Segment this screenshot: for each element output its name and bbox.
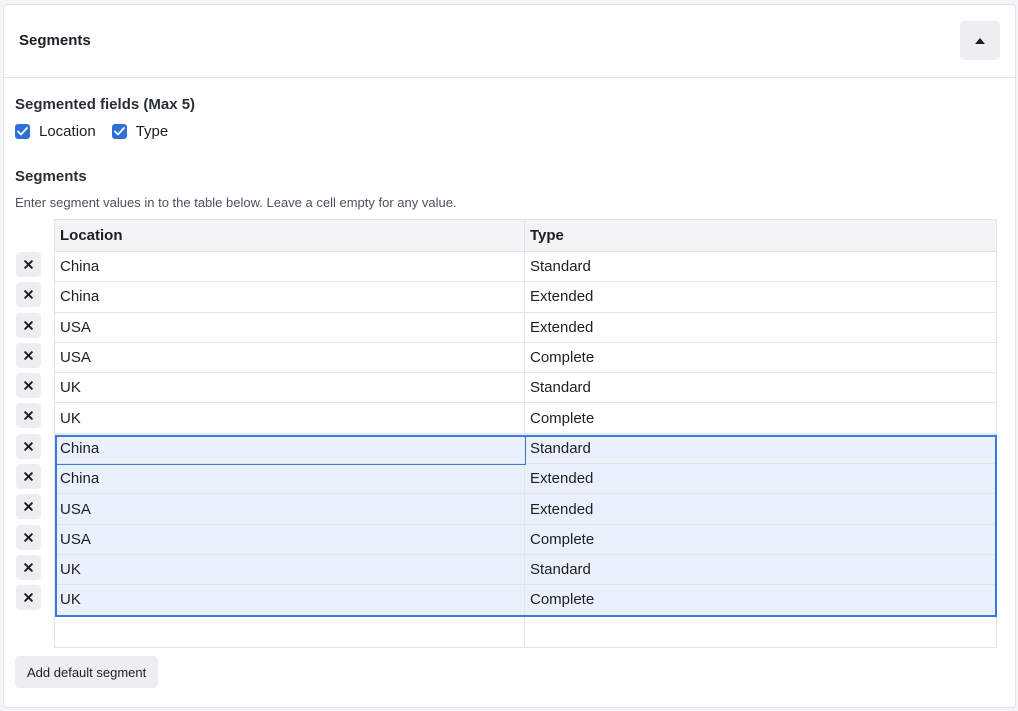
field-option-type[interactable]: Type (111, 123, 169, 140)
type-cell[interactable]: Complete (525, 524, 997, 555)
close-icon (24, 290, 33, 300)
delete-row-button[interactable] (16, 554, 41, 580)
table-row: UK Standard (54, 373, 997, 404)
delete-row-button[interactable] (16, 312, 41, 338)
table-row: UK Complete (54, 585, 997, 616)
close-icon (24, 260, 33, 269)
close-icon (24, 320, 33, 330)
close-icon (24, 351, 33, 360)
segmented-fields-options: Location Type (15, 123, 184, 140)
type-cell[interactable] (525, 615, 997, 648)
panel-title: Segments (19, 32, 91, 49)
type-cell[interactable]: Extended (525, 464, 997, 495)
table-row: China Extended (54, 282, 997, 313)
location-cell[interactable]: USA (54, 494, 525, 525)
check-icon (113, 127, 125, 136)
location-cell[interactable]: USA (54, 312, 525, 343)
delete-row-column (16, 252, 41, 616)
column-header-location: Location (54, 219, 525, 252)
table-row: UK Complete (54, 403, 997, 434)
checkbox-label: Type (135, 123, 169, 140)
segments-table: Location Type China Standard China Extended… (54, 219, 997, 648)
table-header-row: Location Type (54, 219, 997, 252)
delete-row-button[interactable] (16, 464, 41, 490)
table-row: China Standard (54, 433, 997, 465)
location-cell[interactable]: USA (54, 342, 525, 374)
delete-row-button[interactable] (16, 282, 41, 308)
type-cell[interactable]: Extended (525, 282, 997, 313)
delete-row-button[interactable] (16, 433, 41, 459)
close-icon (24, 502, 33, 512)
location-cell[interactable]: China (54, 252, 525, 283)
close-icon (24, 381, 33, 390)
delete-row-button[interactable] (16, 494, 41, 520)
add-default-segment-button[interactable]: Add default segment (15, 656, 159, 688)
location-cell[interactable]: China (54, 433, 525, 465)
type-cell[interactable]: Complete (525, 342, 997, 374)
column-header-type: Type (525, 219, 997, 252)
type-cell[interactable]: Extended (525, 494, 997, 525)
checkbox-type[interactable] (111, 124, 127, 139)
check-icon (17, 127, 28, 136)
location-cell[interactable]: UK (54, 373, 525, 404)
close-icon (24, 472, 33, 481)
close-icon (24, 593, 33, 603)
field-option-location[interactable]: Location (15, 123, 96, 140)
table-row: USA Complete (54, 342, 997, 374)
type-cell[interactable]: Standard (525, 554, 997, 586)
type-cell[interactable]: Standard (525, 252, 997, 283)
table-row: USA Extended (54, 494, 997, 525)
location-cell[interactable]: UK (54, 403, 525, 434)
location-cell[interactable]: China (54, 282, 525, 313)
table-row: UK Standard (54, 554, 997, 586)
segments-label: Segments (15, 168, 87, 185)
checkbox-location[interactable] (15, 124, 30, 139)
close-icon (24, 411, 33, 421)
close-icon (24, 441, 33, 451)
location-cell[interactable]: USA (54, 524, 525, 555)
location-cell[interactable]: UK (54, 585, 525, 616)
type-cell[interactable]: Complete (525, 585, 997, 616)
table-row: USA Complete (54, 524, 997, 555)
type-cell[interactable]: Standard (525, 373, 997, 404)
collapse-button[interactable] (960, 21, 1000, 60)
close-icon (24, 532, 33, 542)
type-cell[interactable]: Extended (525, 312, 997, 343)
panel-header: Segments (4, 5, 1015, 78)
segments-helper-text: Enter segment values in to the table bel… (15, 195, 457, 210)
segmented-fields-label: Segmented fields (Max 5) (15, 96, 196, 113)
close-icon (24, 563, 33, 572)
caret-up-icon (975, 37, 985, 44)
table-row: USA Extended (54, 312, 997, 343)
table-row: China Standard (54, 252, 997, 283)
delete-row-button[interactable] (16, 342, 41, 368)
delete-row-button[interactable] (16, 524, 41, 550)
delete-row-button[interactable] (16, 585, 41, 611)
type-cell[interactable]: Standard (525, 433, 997, 465)
table-row (54, 615, 997, 648)
delete-row-button[interactable] (16, 252, 41, 277)
delete-row-button[interactable] (16, 373, 41, 399)
location-cell[interactable]: UK (54, 554, 525, 586)
location-cell[interactable]: China (54, 464, 525, 495)
checkbox-label: Location (39, 123, 96, 140)
type-cell[interactable]: Complete (525, 403, 997, 434)
location-cell[interactable] (54, 615, 525, 648)
delete-row-button[interactable] (16, 403, 41, 429)
table-row: China Extended (54, 464, 997, 495)
